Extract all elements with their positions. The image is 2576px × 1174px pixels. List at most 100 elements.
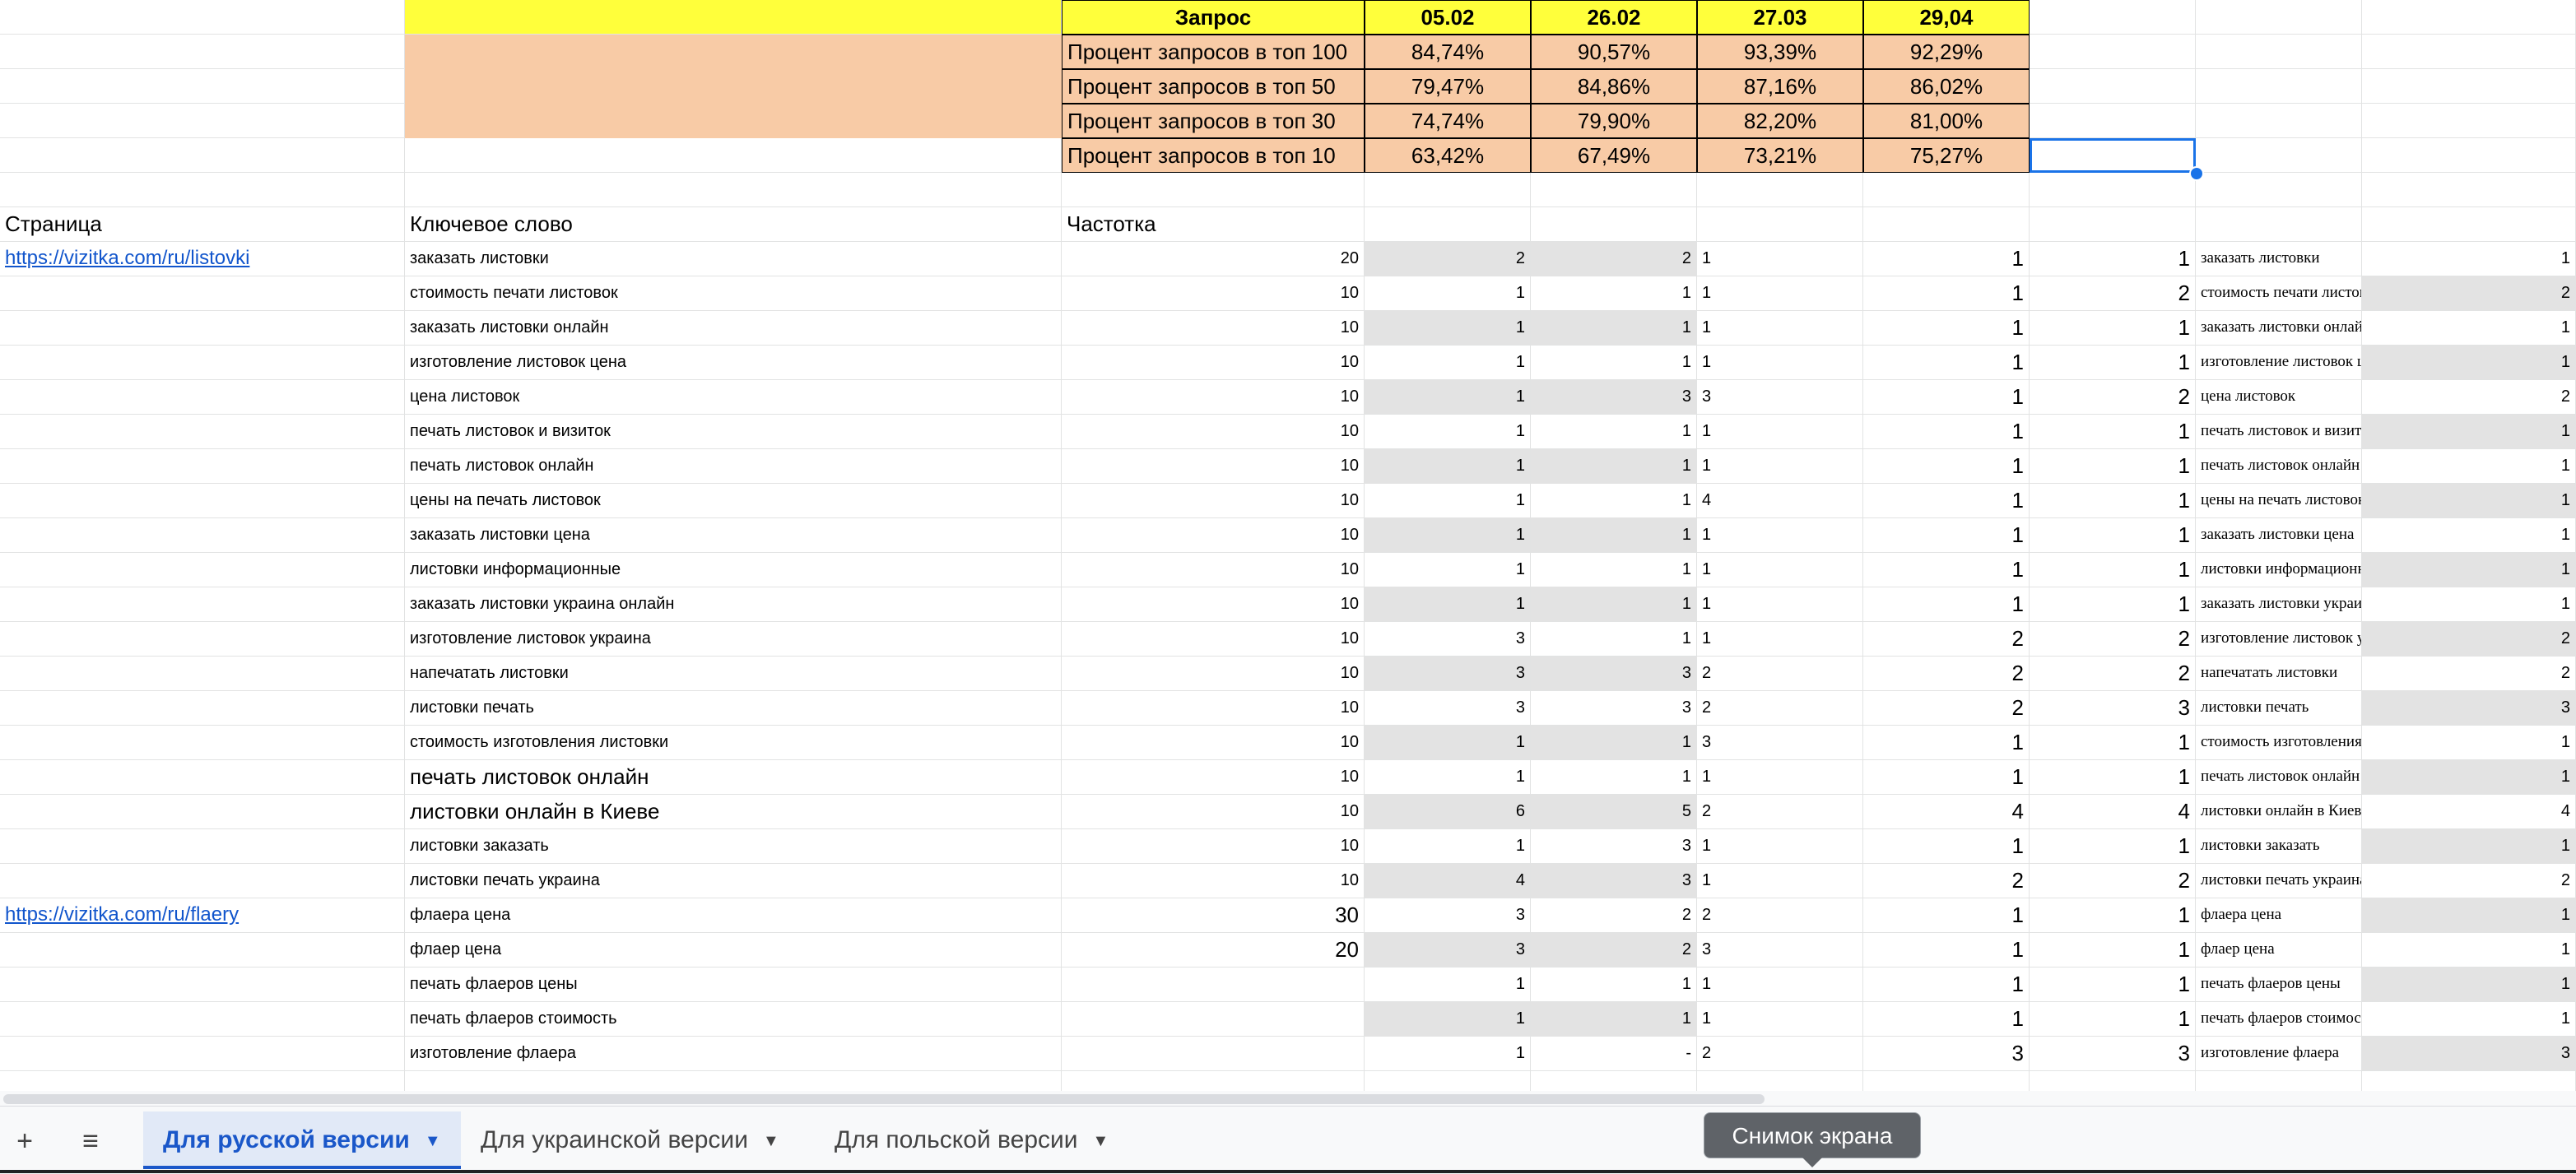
column-header-page[interactable]: Страница (0, 207, 405, 242)
cell[interactable] (0, 657, 405, 691)
position-cell[interactable]: 3 (1531, 864, 1697, 898)
frequency-cell[interactable]: 10 (1062, 518, 1365, 553)
cell[interactable] (2196, 1071, 2362, 1091)
cell[interactable] (0, 933, 405, 968)
summary-value[interactable]: 75,27% (1863, 138, 2030, 173)
cell[interactable] (1697, 1071, 1863, 1091)
cell[interactable] (1365, 207, 1531, 242)
position-cell[interactable]: 2 (1863, 622, 2030, 657)
value-cell[interactable]: 1 (2362, 726, 2576, 760)
position-cell[interactable]: 1 (2030, 829, 2196, 864)
position-cell[interactable]: 1 (2030, 484, 2196, 518)
position-cell[interactable]: 1 (1365, 1037, 1531, 1071)
cell[interactable] (0, 104, 405, 138)
position-cell[interactable]: 1 (1863, 449, 2030, 484)
position-cell[interactable]: 2 (2030, 380, 2196, 415)
position-cell[interactable]: 1 (2030, 518, 2196, 553)
position-cell[interactable]: 3 (1365, 898, 1531, 933)
frequency-cell[interactable] (1062, 1002, 1365, 1037)
cell[interactable] (2030, 35, 2196, 69)
keyword-cell[interactable]: заказать листовки (405, 242, 1062, 276)
frequency-cell[interactable]: 10 (1062, 380, 1365, 415)
position-cell[interactable]: 1 (1531, 1002, 1697, 1037)
position-cell[interactable]: 1 (1697, 276, 1863, 311)
position-cell[interactable]: 1 (1863, 276, 2030, 311)
position-cell[interactable]: 3 (1531, 829, 1697, 864)
position-cell[interactable]: 3 (1531, 380, 1697, 415)
keyword-cell[interactable]: печать флаеров стоимость (405, 1002, 1062, 1037)
cell[interactable] (1531, 207, 1697, 242)
keyword-copy-cell[interactable]: цена листовок (2196, 380, 2362, 415)
position-cell[interactable]: 2 (1697, 795, 1863, 829)
keyword-copy-cell[interactable]: заказать листовки цена (2196, 518, 2362, 553)
position-cell[interactable]: 1 (1863, 829, 2030, 864)
position-cell[interactable]: 3 (1697, 726, 1863, 760)
position-cell[interactable]: 1 (2030, 415, 2196, 449)
summary-value[interactable]: 79,47% (1365, 69, 1531, 104)
position-cell[interactable]: 1 (1697, 415, 1863, 449)
cell[interactable] (2362, 69, 2576, 104)
summary-fill[interactable] (405, 35, 1062, 69)
value-cell[interactable]: 1 (2362, 760, 2576, 795)
cell[interactable] (0, 415, 405, 449)
cell[interactable] (1863, 207, 2030, 242)
cell[interactable] (0, 587, 405, 622)
position-cell[interactable]: 1 (1531, 968, 1697, 1002)
position-cell[interactable]: 1 (1365, 553, 1531, 587)
value-cell[interactable]: 1 (2362, 449, 2576, 484)
keyword-copy-cell[interactable]: печать листовок онлайн (2196, 760, 2362, 795)
frequency-cell[interactable]: 10 (1062, 726, 1365, 760)
position-cell[interactable]: 1 (1531, 484, 1697, 518)
cell[interactable] (2196, 173, 2362, 207)
cell[interactable] (1062, 1071, 1365, 1091)
cell[interactable] (0, 622, 405, 657)
summary-value[interactable]: 73,21% (1697, 138, 1863, 173)
keyword-copy-cell[interactable]: листовки печать украина (2196, 864, 2362, 898)
value-cell[interactable]: 1 (2362, 518, 2576, 553)
position-cell[interactable]: 1 (2030, 587, 2196, 622)
position-cell[interactable]: 4 (1863, 795, 2030, 829)
position-cell[interactable]: 1 (1365, 449, 1531, 484)
value-cell[interactable]: 2 (2362, 864, 2576, 898)
keyword-copy-cell[interactable]: цены на печать листовок (2196, 484, 2362, 518)
frequency-cell[interactable]: 10 (1062, 657, 1365, 691)
keyword-copy-cell[interactable]: флаер цена (2196, 933, 2362, 968)
keyword-cell[interactable]: заказать листовки онлайн (405, 311, 1062, 346)
position-cell[interactable]: 2 (1697, 657, 1863, 691)
position-cell[interactable]: 1 (1863, 968, 2030, 1002)
position-cell[interactable]: 3 (1863, 1037, 2030, 1071)
column-header-keyword[interactable]: Ключевое слово (405, 207, 1062, 242)
keyword-copy-cell[interactable]: листовки информационные (2196, 553, 2362, 587)
value-cell[interactable]: 4 (2362, 795, 2576, 829)
summary-row-label[interactable]: Процент запросов в топ 100 (1062, 35, 1365, 69)
cell[interactable] (0, 1071, 405, 1091)
frequency-cell[interactable]: 10 (1062, 864, 1365, 898)
position-cell[interactable]: 1 (1697, 864, 1863, 898)
caret-down-icon[interactable]: ▼ (1093, 1112, 1109, 1170)
keyword-cell[interactable]: листовки информационные (405, 553, 1062, 587)
value-cell[interactable]: 2 (2362, 657, 2576, 691)
cell[interactable] (2030, 173, 2196, 207)
cell[interactable] (1062, 173, 1365, 207)
position-cell[interactable]: 1 (1365, 587, 1531, 622)
cell[interactable] (1531, 1071, 1697, 1091)
position-cell[interactable]: 2 (1863, 864, 2030, 898)
position-cell[interactable]: 1 (1365, 760, 1531, 795)
summary-header-label[interactable]: Запрос (1062, 0, 1365, 35)
summary-value[interactable]: 86,02% (1863, 69, 2030, 104)
keyword-copy-cell[interactable]: печать листовок онлайн (2196, 449, 2362, 484)
cell[interactable] (1863, 1071, 2030, 1091)
keyword-copy-cell[interactable]: заказать листовки онлайн (2196, 311, 2362, 346)
summary-value[interactable]: 67,49% (1531, 138, 1697, 173)
position-cell[interactable]: 1 (1531, 276, 1697, 311)
cell[interactable] (2362, 0, 2576, 35)
position-cell[interactable]: 4 (1365, 864, 1531, 898)
position-cell[interactable]: 1 (1863, 760, 2030, 795)
position-cell[interactable]: 3 (1697, 933, 1863, 968)
summary-date-header[interactable]: 27.03 (1697, 0, 1863, 35)
summary-value[interactable]: 81,00% (1863, 104, 2030, 138)
keyword-cell[interactable]: стоимость печати листовок (405, 276, 1062, 311)
cell[interactable] (2196, 0, 2362, 35)
keyword-cell[interactable]: изготовление листовок украина (405, 622, 1062, 657)
position-cell[interactable]: 5 (1531, 795, 1697, 829)
